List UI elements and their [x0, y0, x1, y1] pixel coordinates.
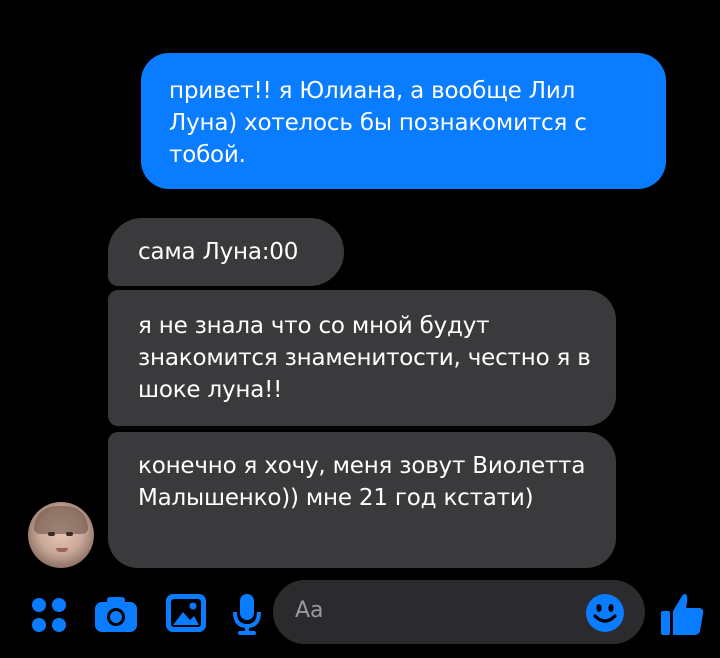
thumbs-up-icon[interactable]	[658, 590, 706, 638]
message-outgoing[interactable]: привет!! я Юлиана, а вообще Лил Луна) хо…	[141, 53, 666, 189]
message-input-placeholder: Aa	[295, 598, 324, 623]
camera-icon[interactable]	[93, 594, 139, 634]
message-incoming[interactable]: сама Луна:00	[108, 218, 344, 286]
emoji-icon[interactable]	[585, 593, 625, 633]
message-text: я не знала что со мной будут знакомится …	[138, 313, 591, 403]
message-text: привет!! я Юлиана, а вообще Лил Луна) хо…	[169, 78, 587, 168]
microphone-icon[interactable]	[230, 592, 264, 636]
more-dots-icon[interactable]	[30, 596, 68, 634]
avatar-hair	[34, 506, 88, 534]
message-text: сама Луна:00	[138, 239, 299, 265]
avatar-mouth	[56, 548, 68, 552]
avatar[interactable]	[28, 502, 94, 568]
message-incoming[interactable]: конечно я хочу, меня зовут Виолетта Малы…	[108, 432, 616, 568]
avatar-eye	[48, 532, 55, 536]
avatar-eye	[66, 532, 73, 536]
message-input[interactable]: Aa	[273, 580, 645, 644]
message-text: конечно я хочу, меня зовут Виолетта Малы…	[138, 453, 586, 511]
gallery-icon[interactable]	[164, 592, 208, 634]
message-incoming[interactable]: я не знала что со мной будут знакомится …	[108, 290, 616, 426]
